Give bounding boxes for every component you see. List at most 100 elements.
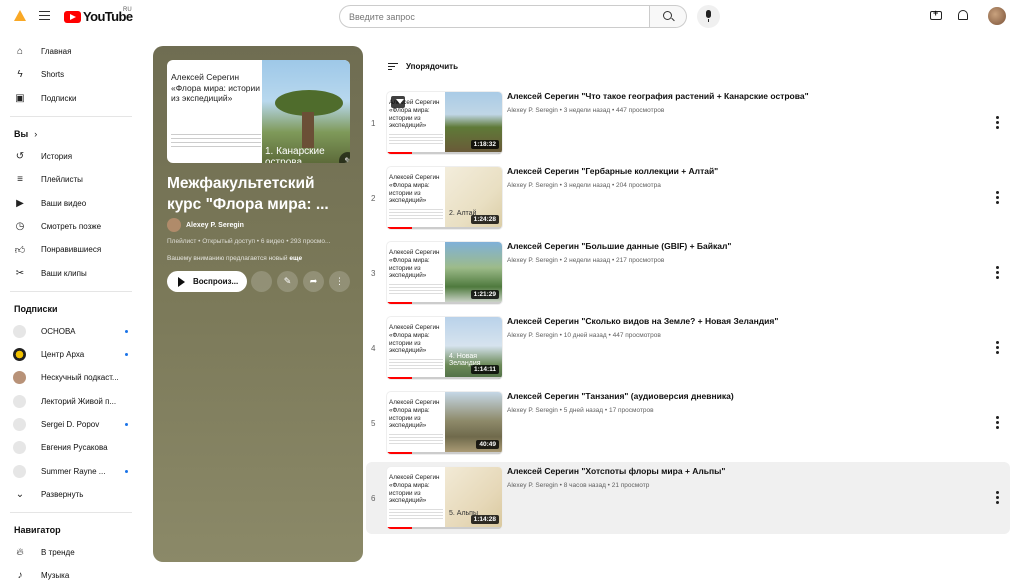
channel-name: Summer Rayne ... <box>41 466 106 476</box>
subscription-item[interactable]: ОСНОВА <box>0 320 140 343</box>
play-all-button[interactable]: Воспроиз... <box>167 271 247 292</box>
sidebar-item-label: Понравившиеся <box>41 245 102 255</box>
video-index: 1 <box>371 118 376 128</box>
progress-bar <box>387 301 502 304</box>
sidebar-item-label: Смотреть позже <box>41 221 102 231</box>
subscription-item[interactable]: Центр Арха <box>0 343 140 366</box>
sort-button[interactable]: Упорядочить <box>388 62 458 71</box>
video-meta: Alexey P. Seregin • 10 дней назад • 447 … <box>507 332 661 339</box>
share-icon[interactable]: ➦ <box>303 271 324 292</box>
search-placeholder: Введите запрос <box>349 11 415 22</box>
video-meta: Alexey P. Seregin • 2 недели назад • 217… <box>507 257 665 264</box>
thumb-text: Алексей Серегин «Флора мира: истории из … <box>389 474 440 505</box>
more-link[interactable]: еще <box>289 255 302 262</box>
menu-icon[interactable] <box>39 11 50 20</box>
notifications-icon[interactable] <box>958 10 968 20</box>
cover-text: Алексей Серегин «Флора мира: истории из … <box>171 72 261 103</box>
sidebar-item-subscriptions[interactable]: ▣ Подписки <box>0 87 140 110</box>
playlist-cover[interactable]: Алексей Серегин «Флора мира: истории из … <box>167 60 350 163</box>
more-actions-icon[interactable] <box>996 491 999 504</box>
progress-bar <box>387 226 502 229</box>
more-actions-icon[interactable] <box>996 116 999 129</box>
playlist-video-row[interactable]: 1 Алексей Серегин «Флора мира: истории и… <box>366 87 1010 159</box>
sort-label: Упорядочить <box>406 62 459 71</box>
video-title[interactable]: Алексей Серегин "Большие данные (GBIF) +… <box>507 241 977 251</box>
play-icon <box>178 276 185 287</box>
video-thumbnail[interactable]: Алексей Серегин «Флора мира: истории из … <box>386 166 503 230</box>
sidebar-item-trending[interactable]: 🔥︎ В тренде <box>0 541 140 564</box>
playlist-video-row[interactable]: 4 Алексей Серегин «Флора мира: истории и… <box>366 312 1010 384</box>
more-actions-icon[interactable] <box>996 341 999 354</box>
subscriptions-icon: ▣ <box>15 92 25 104</box>
sidebar-section-you[interactable]: Вы › <box>0 123 140 145</box>
playlist-video-row-selected[interactable]: 6 Алексей Серегин «Флора мира: истории и… <box>366 462 1010 534</box>
sidebar-item-watch-later[interactable]: ◷ Смотреть позже <box>0 215 140 238</box>
sidebar-item-your-videos[interactable]: ▶ Ваши видео <box>0 191 140 214</box>
video-title[interactable]: Алексей Серегин "Хотспоты флоры мира + А… <box>507 466 977 476</box>
video-thumbnail[interactable]: Алексей Серегин «Флора мира: истории из … <box>386 91 503 155</box>
warning-icon[interactable] <box>14 10 26 21</box>
microphone-icon[interactable] <box>697 5 720 28</box>
playlist-header-panel: Алексей Серегин «Флора мира: истории из … <box>153 46 363 562</box>
sidebar-item-label: Ваши клипы <box>41 268 87 278</box>
video-title[interactable]: Алексей Серегин "Танзания" (аудиоверсия … <box>507 391 977 401</box>
channel-avatar <box>13 418 26 431</box>
video-title[interactable]: Алексей Серегин "Что такое география рас… <box>507 91 977 101</box>
divider <box>10 115 132 117</box>
owner-avatar <box>167 218 181 232</box>
chevron-right-icon: › <box>34 128 38 139</box>
sidebar-item-clips[interactable]: ✂ Ваши клипы <box>0 261 140 284</box>
create-icon[interactable] <box>930 8 942 20</box>
shorts-icon: ϟ <box>17 69 23 81</box>
channel-avatar <box>13 371 26 385</box>
subscription-item[interactable]: Евгения Русакова <box>0 436 140 459</box>
sidebar-item-label: Подписки <box>41 93 77 103</box>
watch-later-icon: ◷ <box>15 220 25 232</box>
account-avatar[interactable] <box>988 7 1006 25</box>
playlist-video-row[interactable]: 2 Алексей Серегин «Флора мира: истории и… <box>366 162 1010 234</box>
expand-label: Развернуть <box>41 489 84 499</box>
video-meta: Alexey P. Seregin • 5 дней назад • 17 пр… <box>507 407 654 414</box>
channel-avatar <box>13 348 26 362</box>
video-thumbnail[interactable]: Алексей Серегин «Флора мира: истории из … <box>386 466 503 530</box>
sidebar-item-playlists[interactable]: ≡ Плейлисты <box>0 168 140 191</box>
search-button[interactable] <box>650 5 687 28</box>
expand-button[interactable]: ⌄ Развернуть <box>0 483 140 506</box>
search-input[interactable]: Введите запрос <box>339 5 650 28</box>
sidebar-item-history[interactable]: ↺ История <box>0 145 140 168</box>
video-thumbnail[interactable]: Алексей Серегин «Флора мира: истории из … <box>386 316 503 380</box>
video-duration: 1:14:28 <box>470 515 499 524</box>
playlist-description[interactable]: Вашему вниманию предлагается новый еще <box>167 255 352 262</box>
video-index: 6 <box>371 493 376 503</box>
add-to-library-button[interactable] <box>251 271 272 292</box>
more-actions-icon[interactable] <box>996 191 999 204</box>
playlist-video-row[interactable]: 5 Алексей Серегин «Флора мира: истории и… <box>366 387 1010 459</box>
sidebar-item-liked[interactable]: 👍︎ Понравившиеся <box>0 238 140 261</box>
playlist-title: Межфакультетский курс "Флора мира: ... <box>167 175 329 213</box>
watch-later-icon[interactable] <box>391 96 405 108</box>
subscription-item[interactable]: Summer Rayne ... <box>0 459 140 482</box>
video-title[interactable]: Алексей Серегин "Гербарные коллекции + А… <box>507 166 977 176</box>
subscription-item[interactable]: Sergei D. Popov <box>0 413 140 436</box>
subscription-item[interactable]: Лекторий Живой п... <box>0 390 140 413</box>
thumb-fine-print <box>389 284 443 294</box>
edit-cover-icon[interactable]: ✎ <box>339 152 350 163</box>
sidebar-item-home[interactable]: ⌂ Главная <box>0 40 140 63</box>
progress-bar <box>387 526 502 529</box>
playlist-video-row[interactable]: 3 Алексей Серегин «Флора мира: истории и… <box>366 237 1010 309</box>
video-duration: 1:18:32 <box>470 140 499 149</box>
video-index: 5 <box>371 418 376 428</box>
video-duration: 1:21:29 <box>470 290 499 299</box>
video-thumbnail[interactable]: Алексей Серегин «Флора мира: истории из … <box>386 241 503 305</box>
subscription-item[interactable]: Нескучный подкаст... <box>0 366 140 389</box>
more-actions-icon[interactable] <box>996 266 999 279</box>
more-options-icon[interactable]: ⋮ <box>329 271 350 292</box>
playlist-owner[interactable]: Alexey P. Seregin <box>167 218 244 232</box>
history-icon: ↺ <box>15 151 25 163</box>
sidebar-item-shorts[interactable]: ϟ Shorts <box>0 63 140 86</box>
channel-name: Лекторий Живой п... <box>41 396 117 406</box>
video-thumbnail[interactable]: Алексей Серегин «Флора мира: истории из … <box>386 391 503 455</box>
edit-icon[interactable]: ✎ <box>277 271 298 292</box>
more-actions-icon[interactable] <box>996 416 999 429</box>
video-title[interactable]: Алексей Серегин "Сколько видов на Земле?… <box>507 316 977 326</box>
